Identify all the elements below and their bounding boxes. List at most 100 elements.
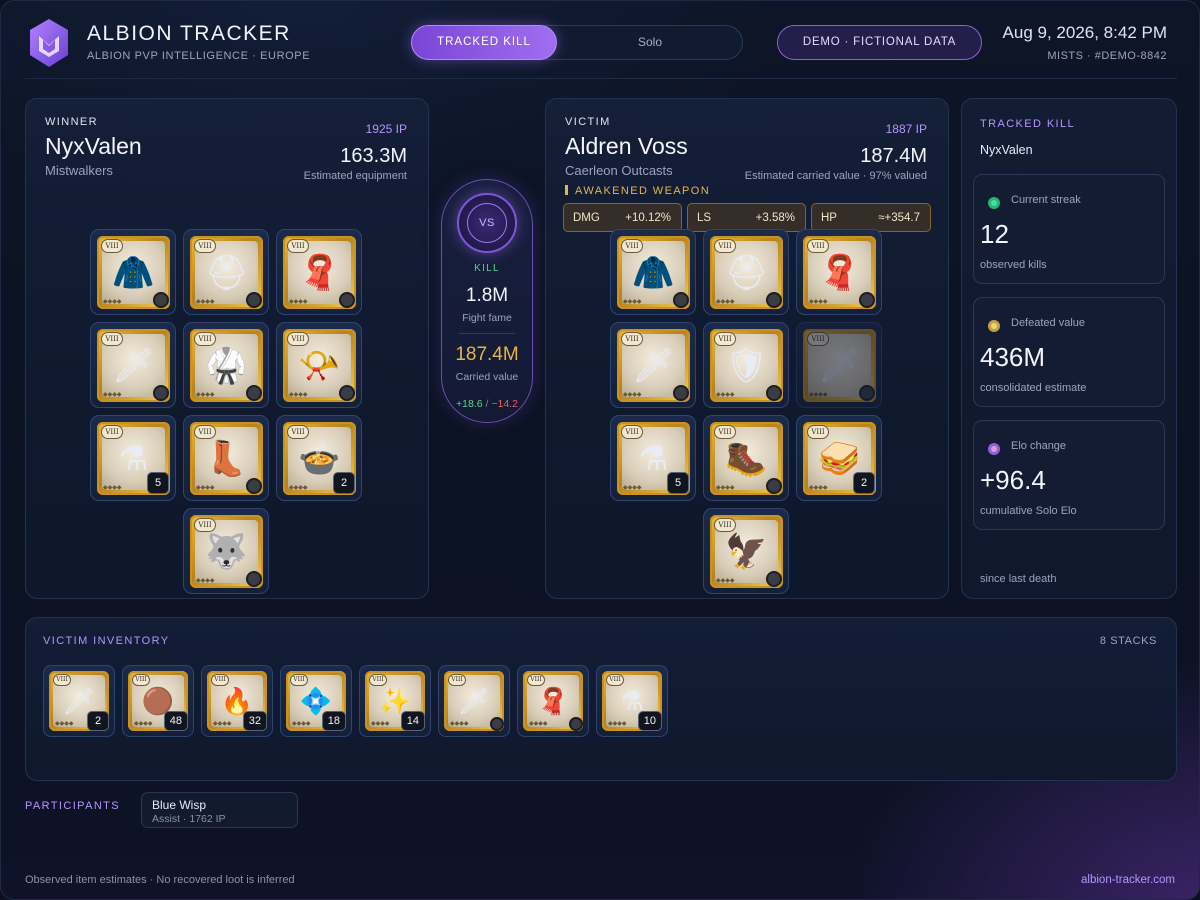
vs-label: VS: [467, 203, 507, 243]
item-slot[interactable]: 🟤 VIII ◆◆◆◆ 48: [122, 665, 194, 737]
stack-count: 48: [163, 711, 188, 731]
enchant-dots: ◆◆◆◆: [809, 392, 828, 398]
mount-icon: 🐺: [205, 532, 248, 571]
quality-indicator: [153, 385, 169, 401]
demo-badge: DEMO · FICTIONAL DATA: [777, 25, 982, 60]
stat-card-value: 436M: [980, 342, 1046, 372]
offhand-icon: 🗡: [817, 346, 862, 385]
cape-icon: 🧣: [818, 253, 861, 292]
item-slot[interactable]: 🧣 VIII ◆◆◆◆: [276, 229, 362, 315]
item-slot[interactable]: ⚗ VIII ◆◆◆◆ 5: [90, 415, 176, 501]
tab-tracked-kill[interactable]: TRACKED KILL: [411, 25, 557, 60]
item-slot[interactable]: 🐺 VIII ◆◆◆◆: [183, 508, 269, 594]
stat-card-subtitle: observed kills: [980, 259, 1047, 271]
tier-badge: VIII: [194, 239, 216, 253]
item-slot[interactable]: 🦅 VIII ◆◆◆◆: [703, 508, 789, 594]
helmet-icon: ⛑: [204, 253, 249, 292]
awakened-stat-key: HP: [821, 212, 837, 224]
tier-badge: VIII: [807, 425, 829, 439]
item-slot[interactable]: ⚗ VIII ◆◆◆◆ 10: [596, 665, 668, 737]
item-slot[interactable]: 🧣 VIII ◆◆◆◆: [517, 665, 589, 737]
item-slot[interactable]: 🗡 VIII ◆◆◆◆: [796, 322, 882, 408]
kill-datetime: Aug 9, 2026, 8:42 PM: [1002, 23, 1167, 42]
elo-loss: −14.2: [491, 398, 518, 410]
participant-chip[interactable]: Blue Wisp Assist · 1762 IP: [141, 792, 298, 828]
stat-card-label: Current streak: [1011, 194, 1081, 206]
winner-ip: 1925 IP: [365, 122, 407, 136]
item-slot[interactable]: 🥪 VIII ◆◆◆◆ 2: [796, 415, 882, 501]
item-slot[interactable]: 🥋 VIII ◆◆◆◆: [183, 322, 269, 408]
tier-badge: VIII: [101, 239, 123, 253]
food-icon: 🍲: [298, 439, 341, 478]
item-slot[interactable]: 💠 VIII ◆◆◆◆ 18: [280, 665, 352, 737]
winner-guild[interactable]: Mistwalkers: [45, 163, 113, 178]
footer-site-link[interactable]: albion-tracker.com: [1081, 874, 1175, 886]
victim-eyebrow: VICTIM: [565, 116, 611, 128]
inventory-eyebrow: VICTIM INVENTORY: [43, 635, 170, 647]
stat-card: Defeated value 436M consolidated estimat…: [973, 297, 1165, 407]
awakened-stat-value: +10.12%: [625, 212, 671, 224]
armor-icon: 🛡: [724, 346, 769, 385]
quality-indicator: [490, 717, 504, 731]
enchant-dots: ◆◆◆◆: [623, 485, 642, 491]
app-frame: ALBION TRACKER ALBION PVP INTELLIGENCE ·…: [0, 0, 1200, 900]
item-slot[interactable]: 🍲 VIII ◆◆◆◆ 2: [276, 415, 362, 501]
spear-icon: 🗡: [457, 686, 491, 716]
item-slot[interactable]: 🥾 VIII ◆◆◆◆: [703, 415, 789, 501]
tier-badge: VIII: [194, 425, 216, 439]
enchant-dots: ◆◆◆◆: [716, 299, 735, 305]
tier-badge: VIII: [287, 425, 309, 439]
item-slot[interactable]: 📯 VIII ◆◆◆◆: [276, 322, 362, 408]
enchant-dots: ◆◆◆◆: [623, 299, 642, 305]
enchant-dots: ◆◆◆◆: [213, 721, 232, 727]
tab-solo[interactable]: Solo: [557, 25, 743, 60]
quality-indicator: [766, 571, 782, 587]
tracked-player-name[interactable]: NyxValen: [980, 143, 1033, 157]
enchant-dots: ◆◆◆◆: [196, 392, 215, 398]
tier-badge: VIII: [194, 332, 216, 346]
winner-name[interactable]: NyxValen: [45, 133, 142, 160]
stat-card-label: Defeated value: [1011, 317, 1085, 329]
tier-badge: VIII: [714, 518, 736, 532]
awakened-stat-value: ≈+354.7: [878, 212, 920, 224]
inventory-stack-count: 8 STACKS: [1099, 635, 1157, 647]
item-slot[interactable]: ⛑ VIII ◆◆◆◆: [183, 229, 269, 315]
participant-name: Blue Wisp: [152, 798, 207, 812]
stack-count: 2: [87, 711, 109, 731]
stack-count: 32: [242, 711, 267, 731]
stack-count: 2: [853, 472, 875, 494]
enchant-dots: ◆◆◆◆: [809, 299, 828, 305]
tier-badge: VIII: [621, 425, 643, 439]
stack-count: 2: [333, 472, 355, 494]
mount-icon: 🦅: [725, 532, 768, 571]
item-slot[interactable]: 🛡 VIII ◆◆◆◆: [703, 322, 789, 408]
victim-name[interactable]: Aldren Voss: [565, 133, 688, 160]
item-slot[interactable]: 🗡 VIII ◆◆◆◆ 2: [43, 665, 115, 737]
item-slot[interactable]: 🧥 VIII ◆◆◆◆: [90, 229, 176, 315]
item-slot[interactable]: ✨ VIII ◆◆◆◆ 14: [359, 665, 431, 737]
victim-guild[interactable]: Caerleon Outcasts: [565, 163, 673, 178]
awakened-stat-dmg: DMG +10.12%: [563, 203, 682, 232]
quality-indicator: [569, 717, 583, 731]
item-slot[interactable]: 🧥 VIII ◆◆◆◆: [610, 229, 696, 315]
item-slot[interactable]: 🧣 VIII ◆◆◆◆: [796, 229, 882, 315]
item-slot[interactable]: 🗡 VIII ◆◆◆◆: [90, 322, 176, 408]
enchant-dots: ◆◆◆◆: [292, 721, 311, 727]
item-slot[interactable]: ⛑ VIII ◆◆◆◆: [703, 229, 789, 315]
tier-badge: VIII: [714, 425, 736, 439]
item-slot[interactable]: 🔥 VIII ◆◆◆◆ 32: [201, 665, 273, 737]
tier-badge: VIII: [132, 674, 150, 686]
winner-eyebrow: WINNER: [45, 116, 99, 128]
quality-indicator: [859, 385, 875, 401]
enchant-dots: ◆◆◆◆: [716, 392, 735, 398]
brand-subtitle: ALBION PVP INTELLIGENCE · EUROPE: [87, 50, 311, 62]
tier-badge: VIII: [807, 332, 829, 346]
stat-card-subtitle: consolidated estimate: [980, 382, 1087, 394]
item-slot[interactable]: ⚗ VIII ◆◆◆◆ 5: [610, 415, 696, 501]
tier-badge: VIII: [290, 674, 308, 686]
enchant-dots: ◆◆◆◆: [196, 485, 215, 491]
item-slot[interactable]: 🗡 VIII ◆◆◆◆: [438, 665, 510, 737]
carried-value-label: Carried value: [455, 371, 519, 383]
item-slot[interactable]: 🗡 VIII ◆◆◆◆: [610, 322, 696, 408]
item-slot[interactable]: 👢 VIII ◆◆◆◆: [183, 415, 269, 501]
